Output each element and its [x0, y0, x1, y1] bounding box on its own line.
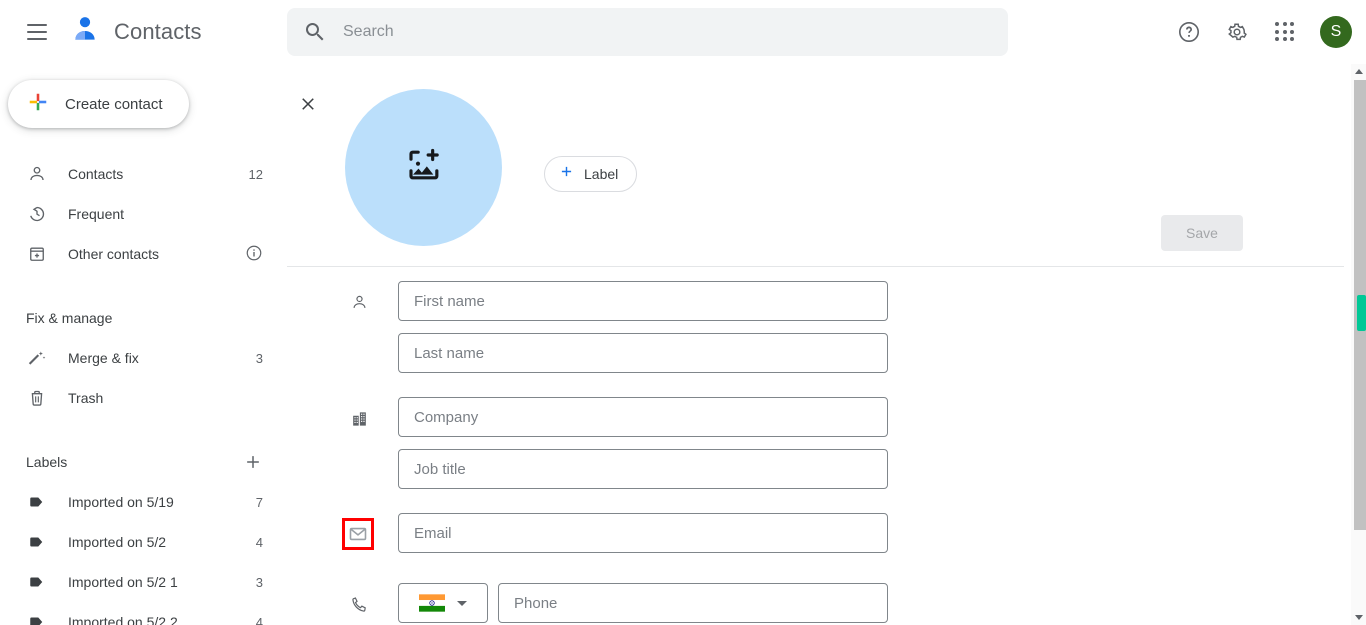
- phone-input[interactable]: [498, 583, 888, 623]
- settings-gear-icon[interactable]: [1213, 8, 1261, 56]
- scroll-down-arrow-icon[interactable]: [1351, 610, 1366, 625]
- close-x-icon[interactable]: [292, 88, 324, 120]
- sidebar-label-item[interactable]: Imported on 5/2 4: [0, 522, 287, 562]
- job-title-input[interactable]: [398, 449, 888, 489]
- email-field-group: [287, 513, 1366, 561]
- label-name: Imported on 5/2 1: [68, 574, 178, 590]
- label-name: Imported on 5/2: [68, 534, 167, 550]
- sidebar-nav: Contacts 12 Frequent Other contacts Fix …: [0, 154, 287, 625]
- sidebar-item-label: Frequent: [68, 206, 125, 222]
- create-contact-label: Create contact: [65, 95, 163, 113]
- hamburger-menu-icon[interactable]: [22, 17, 52, 47]
- sidebar-item-other-contacts[interactable]: Other contacts: [0, 234, 287, 274]
- add-label-button[interactable]: Label: [544, 156, 638, 192]
- company-building-icon: [347, 406, 371, 430]
- top-app-bar: Contacts Search S: [0, 0, 1366, 64]
- label-count: 4: [255, 614, 263, 625]
- india-flag-icon: [419, 594, 445, 612]
- avatar[interactable]: S: [1320, 16, 1352, 48]
- company-field-group: [287, 397, 1366, 497]
- label-count: 4: [255, 534, 263, 550]
- trash-icon: [26, 388, 48, 408]
- sidebar-label-item[interactable]: Imported on 5/19 7: [0, 482, 287, 522]
- plus-icon: [558, 163, 575, 185]
- help-icon[interactable]: [1165, 8, 1213, 56]
- scrollbar-thumb[interactable]: [1357, 295, 1366, 331]
- company-input[interactable]: [398, 397, 888, 437]
- sidebar-label-item[interactable]: Imported on 5/2 2 4: [0, 602, 287, 625]
- label-name: Imported on 5/2 2: [68, 614, 178, 625]
- page-title: Contacts: [114, 18, 202, 44]
- create-contact-button[interactable]: Create contact: [8, 80, 189, 128]
- sidebar-label-item[interactable]: Imported on 5/2 1 3: [0, 562, 287, 602]
- sidebar-item-label: Merge & fix: [68, 350, 139, 366]
- brand[interactable]: Contacts: [68, 12, 202, 51]
- sidebar-item-trash[interactable]: Trash: [0, 378, 287, 418]
- magic-wand-icon: [26, 348, 48, 368]
- tag-icon: [26, 533, 48, 551]
- email-envelope-icon[interactable]: [342, 518, 374, 550]
- google-apps-icon[interactable]: [1261, 8, 1309, 56]
- person-outline-icon: [347, 290, 371, 314]
- header-divider: [287, 266, 1344, 267]
- section-heading-label: Labels: [26, 454, 68, 470]
- contacts-app: Contacts Search S Create contact Contact…: [0, 0, 1366, 625]
- save-button[interactable]: Save: [1161, 215, 1243, 251]
- name-field-group: [287, 281, 1366, 381]
- phone-row: [398, 583, 1366, 623]
- first-name-input[interactable]: [398, 281, 888, 321]
- section-heading-label: Fix & manage: [26, 310, 113, 326]
- label-count: 7: [255, 494, 263, 510]
- tag-icon: [26, 613, 48, 625]
- vertical-scrollbar[interactable]: [1351, 64, 1366, 625]
- add-photo-icon: [404, 145, 444, 190]
- contacts-person-icon: [68, 12, 102, 51]
- google-plus-icon: [27, 91, 49, 118]
- label-name: Imported on 5/19: [68, 494, 174, 510]
- sidebar-item-label: Other contacts: [68, 246, 160, 262]
- sidebar-item-frequent[interactable]: Frequent: [0, 194, 287, 234]
- labels-heading: Labels: [0, 442, 287, 482]
- last-name-input[interactable]: [398, 333, 888, 373]
- history-clock-icon: [26, 204, 48, 224]
- country-code-selector[interactable]: [398, 583, 488, 623]
- search-icon: [303, 20, 327, 44]
- label-count: 3: [255, 574, 263, 590]
- topbar-actions: S: [1165, 0, 1352, 64]
- contact-photo-placeholder[interactable]: [345, 89, 502, 246]
- sidebar-item-merge-and-fix[interactable]: Merge & fix 3: [0, 338, 287, 378]
- person-outline-icon: [26, 164, 48, 184]
- sidebar-item-count: 12: [248, 166, 263, 182]
- tag-icon: [26, 573, 48, 591]
- panel-edge: [1344, 64, 1345, 625]
- fix-manage-heading: Fix & manage: [0, 298, 287, 338]
- sidebar-item-contacts[interactable]: Contacts 12: [0, 154, 287, 194]
- tag-icon: [26, 493, 48, 511]
- contact-form: [287, 281, 1366, 625]
- archive-box-icon: [26, 244, 48, 264]
- phone-icon: [347, 592, 371, 616]
- scroll-up-arrow-icon[interactable]: [1351, 64, 1366, 79]
- sidebar-item-count: 3: [255, 350, 263, 366]
- sidebar-item-label: Contacts: [68, 166, 124, 182]
- create-label-plus-icon[interactable]: [241, 450, 265, 474]
- search-bar[interactable]: [287, 8, 1008, 56]
- sidebar-item-label: Trash: [68, 390, 104, 406]
- email-input[interactable]: [398, 513, 888, 553]
- sidebar: Create contact Contacts 12 Frequent Othe…: [0, 64, 287, 625]
- add-label-text: Label: [584, 166, 619, 182]
- other-contacts-info-icon[interactable]: [245, 244, 263, 265]
- search-input[interactable]: [341, 22, 992, 42]
- chevron-down-icon: [457, 600, 467, 606]
- phone-field-group: [287, 583, 1366, 625]
- contact-edit-panel: Label Save: [287, 64, 1366, 625]
